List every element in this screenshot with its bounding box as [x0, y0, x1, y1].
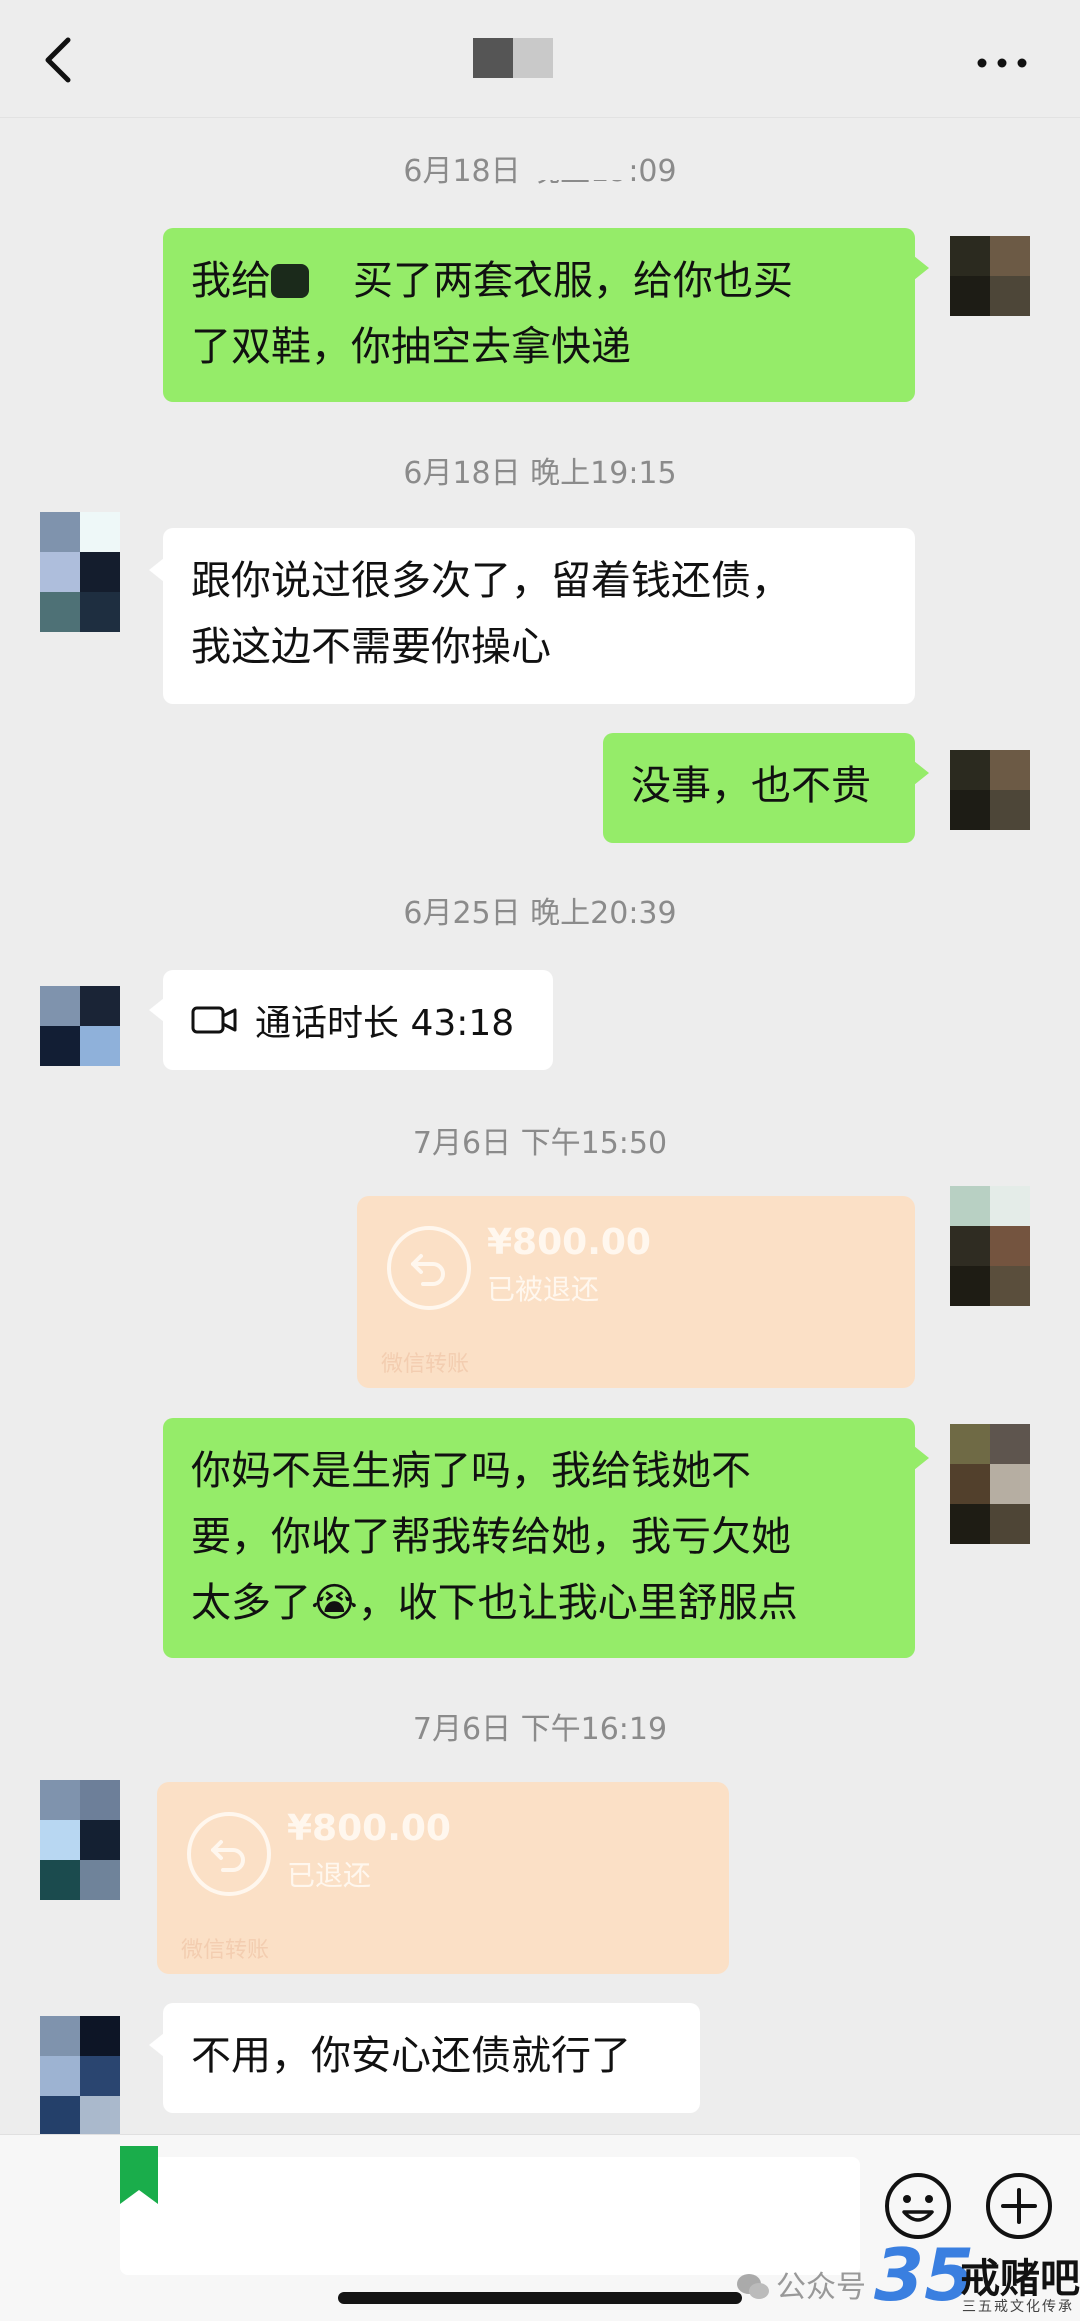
message-bubble-received[interactable]: 跟你说过很多次了，留着钱还债， 我这边不需要你操心 — [149, 528, 915, 704]
transfer-card-returned[interactable]: ¥800.00 已被退还 微信转账 — [357, 1196, 915, 1388]
transfer-status: 已退还 — [287, 1859, 372, 1892]
timestamp: 7月6日 下午16:19 — [412, 1712, 668, 1747]
bookmark-icon — [120, 2146, 158, 2204]
transfer-footer: 微信转账 — [181, 1938, 270, 1963]
message-bubble-received[interactable]: 不用，你安心还债就行了 — [149, 2003, 700, 2113]
wechat-icon — [736, 2273, 770, 2301]
contact-name-redacted — [473, 38, 553, 78]
home-indicator — [338, 2292, 742, 2304]
my-avatar[interactable] — [950, 1424, 1030, 1544]
transfer-footer: 微信转账 — [381, 1352, 470, 1377]
call-duration: 通话时长 43:18 — [255, 1003, 515, 1044]
timestamp: 7月6日 下午15:50 — [412, 1126, 668, 1161]
watermark-logo-subtitle: 三五戒文化传承 — [962, 2299, 1074, 2315]
contact-avatar[interactable] — [40, 1780, 120, 1900]
timestamp: 6月18日 晚上19:15 — [403, 456, 677, 491]
crying-emoji: 😭 — [311, 1580, 358, 1626]
transfer-card-returned[interactable]: ¥800.00 已退还 微信转账 — [157, 1782, 729, 1974]
more-dots-icon[interactable] — [972, 38, 1032, 88]
transfer-status: 已被退还 — [487, 1273, 600, 1306]
refund-arrow-icon — [387, 1226, 471, 1310]
message-input[interactable] — [120, 2157, 860, 2275]
timestamp: 6月25日 晚上20:39 — [403, 896, 677, 931]
chat-header — [0, 0, 1080, 118]
redaction-patch — [520, 150, 630, 180]
my-avatar[interactable] — [950, 236, 1030, 316]
message-bubble-sent[interactable]: 没事，也不贵 — [603, 733, 929, 843]
refund-arrow-icon — [187, 1812, 271, 1896]
call-record-bubble[interactable]: 通话时长 43:18 — [149, 970, 553, 1070]
contact-avatar[interactable] — [40, 2016, 120, 2136]
my-avatar[interactable] — [950, 750, 1030, 830]
transfer-amount: ¥800.00 — [287, 1808, 451, 1849]
back-chevron-icon[interactable] — [28, 30, 88, 90]
message-bubble-sent[interactable]: 我给 买了两套衣服，给你也买 了双鞋，你抽空去拿快递 — [163, 228, 929, 402]
redacted-name — [271, 264, 309, 298]
message-bubble-sent[interactable]: 你妈不是生病了吗，我给钱她不 要，你收了帮我转给她，我亏欠她 太多了😭，收下也让… — [163, 1418, 929, 1658]
contact-avatar[interactable] — [40, 986, 120, 1066]
plus-circle-icon[interactable] — [983, 2170, 1055, 2242]
watermark-text: 公众号 — [736, 2262, 866, 2306]
contact-avatar[interactable] — [40, 512, 120, 632]
my-avatar[interactable] — [950, 1186, 1030, 1306]
transfer-amount: ¥800.00 — [487, 1222, 651, 1263]
emoji-smile-icon[interactable] — [882, 2170, 954, 2242]
video-call-icon — [191, 1004, 237, 1036]
